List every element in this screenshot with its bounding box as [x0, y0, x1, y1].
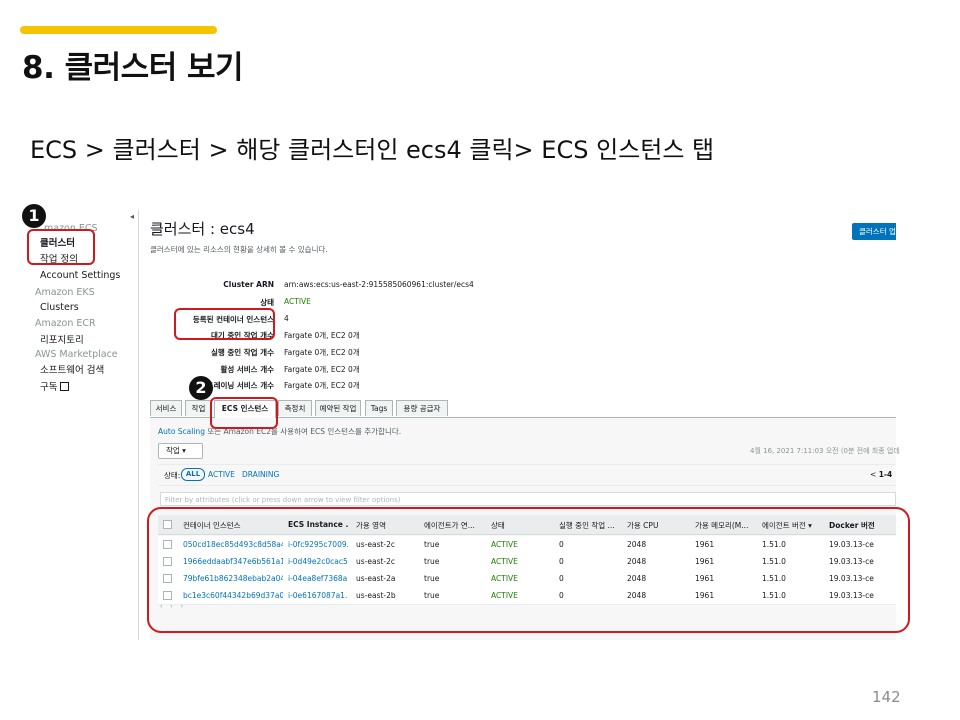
actions-dropdown[interactable]: 작업 ▾ — [158, 443, 203, 459]
cluster-subtitle: 클러스터에 있는 리소스의 현황을 상세히 볼 수 있습니다. — [150, 245, 328, 254]
running-tasks-count: Fargate 0개, EC2 0개 — [284, 348, 360, 357]
draining-services-count: Fargate 0개, EC2 0개 — [284, 381, 360, 390]
nav-divider — [138, 210, 139, 640]
nav-item-eks-clusters[interactable]: Clusters — [40, 302, 79, 313]
detail-key: Cluster ARN — [223, 280, 274, 289]
step-marker-1: 1 — [22, 204, 46, 228]
pending-tasks-count: Fargate 0개, EC2 0개 — [284, 331, 360, 340]
cluster-title: 클러스터 : ecs4 — [150, 220, 255, 238]
registered-instances-count: 4 — [284, 314, 289, 323]
nav-item-subscriptions[interactable]: 구독 — [40, 379, 70, 393]
active-services-count: Fargate 0개, EC2 0개 — [284, 365, 360, 374]
update-cluster-button[interactable]: 클러스터 업 — [852, 223, 896, 240]
highlight-ecs-instances-tab — [210, 397, 278, 429]
nav-item-repositories[interactable]: 리포지토리 — [40, 332, 84, 346]
autoscaling-hint: Auto Scaling 또는 Amazon EC2를 사용하여 ECS 인스턴… — [158, 426, 401, 437]
detail-key: 실행 중인 작업 개수 — [210, 348, 274, 357]
nav-header-marketplace: AWS Marketplace — [35, 349, 118, 360]
tab-capacity-providers[interactable]: 용량 공급자 — [396, 400, 448, 416]
status-filter-label: 상태: — [164, 471, 181, 480]
nav-header-eks: Amazon EKS — [35, 287, 95, 298]
detail-key: 활성 서비스 개수 — [220, 365, 274, 374]
autoscaling-link[interactable]: Auto Scaling — [158, 427, 205, 436]
last-updated-timestamp: 4월 16, 2021 7:11:03 오전 (0분 전에 최종 업데 — [750, 447, 900, 455]
collapse-arrow-icon[interactable]: ◂ — [130, 212, 134, 221]
status-filter-active[interactable]: ACTIVE — [208, 470, 235, 479]
pagination[interactable]: < 1-4 — [870, 470, 892, 479]
detail-key: 상태 — [260, 298, 274, 307]
step-marker-2: 2 — [189, 376, 213, 400]
tab-tags[interactable]: Tags — [365, 400, 393, 416]
nav-item-account-settings[interactable]: Account Settings — [40, 270, 120, 281]
external-link-icon — [60, 382, 70, 391]
attribute-filter-input[interactable]: Filter by attributes (click or press dow… — [160, 492, 896, 506]
cluster-arn: arn:aws:ecs:us-east-2:915585060961:clust… — [284, 280, 474, 289]
tab-services[interactable]: 서비스 — [150, 400, 182, 416]
highlight-instances-table — [147, 507, 910, 633]
highlight-clusters-nav — [27, 229, 95, 265]
tab-tasks[interactable]: 작업 — [185, 400, 212, 416]
nav-item-subscriptions-label: 구독 — [40, 382, 58, 393]
tab-metrics[interactable]: 측정치 — [278, 400, 312, 416]
nav-header-ecr: Amazon ECR — [35, 318, 96, 329]
cluster-status: ACTIVE — [284, 297, 311, 306]
nav-item-software-search[interactable]: 소프트웨어 검색 — [40, 362, 104, 376]
tab-scheduled-tasks[interactable]: 예약된 작업 — [315, 400, 361, 416]
status-filter-all[interactable]: ALL — [181, 468, 205, 481]
pagination-prev[interactable]: < — [870, 470, 876, 479]
pagination-range: 1-4 — [878, 470, 893, 479]
status-filter-draining[interactable]: DRAINING — [242, 470, 279, 479]
highlight-registered-instances — [174, 308, 275, 340]
